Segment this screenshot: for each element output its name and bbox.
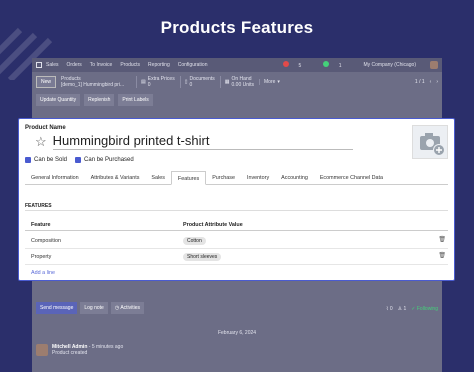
documents-button[interactable]: ▯ Documents 0 [179,76,215,88]
trash-icon[interactable]: 🗑 [438,252,446,259]
avatar[interactable] [430,61,438,69]
camera-add-icon [420,133,445,156]
tab-purchase[interactable]: Purchase [206,171,241,184]
product-name-input[interactable]: Hummingbird printed t-shirt [52,133,353,150]
date-separator: February 6, 2024 [217,330,257,336]
section-divider [25,210,448,211]
pager-value[interactable]: 1 / 1 [415,79,425,85]
app-name[interactable]: Sales [46,62,59,68]
send-message-button[interactable]: Send message [36,302,78,314]
on-hand-button[interactable]: ▦ On Hand 0.00 Units [219,76,254,88]
checkbox-checked-icon [75,157,82,163]
checkbox-checked-icon [25,157,31,163]
chatter-message: Mitchell Admin - 5 minutes ago Product c… [36,344,123,356]
top-navbar: Sales Orders To Invoice Products Reporti… [32,58,442,72]
chatter-buttons: Send message Log note ◷ Activities [36,302,145,314]
product-checkboxes: Can be Sold Can be Purchased [25,157,134,163]
menu-configuration[interactable]: Configuration [178,62,208,68]
user-icon: ♙ [397,306,403,312]
table-row[interactable]: Property Short sleeves 🗑 [25,249,448,265]
paperclip-icon: ⌇ [386,306,389,312]
menu-reporting[interactable]: Reporting [148,62,170,68]
section-title: FEATURES [25,203,52,209]
product-name-label: Product Name [25,125,66,131]
new-button[interactable]: New [36,76,57,88]
menu-products[interactable]: Products [120,62,140,68]
following-button[interactable]: ✓ Following [411,306,438,312]
tab-sales[interactable]: Sales [145,171,171,184]
value-cell: Cotton [183,237,206,245]
breadcrumb-current: [demo_1] Hummingbird pri... [61,82,125,88]
extra-prices-icon: ▤ [141,79,146,85]
can-be-purchased-checkbox[interactable]: Can be Purchased [75,157,134,163]
breadcrumb: Products [demo_1] Hummingbird pri... [61,76,131,88]
product-image[interactable] [412,125,448,159]
message-body: Product created [52,350,88,356]
update-quantity-button[interactable]: Update Quantity [36,94,81,106]
value-cell: Short sleeves [183,253,222,261]
company-switcher[interactable]: My Company (Chicago) [363,62,416,68]
apps-menu-icon[interactable] [36,62,42,68]
tab-accounting[interactable]: Accounting [275,171,314,184]
document-icon: ▯ [184,79,188,85]
tab-features[interactable]: Features [170,171,207,185]
clock-icon: ◷ [114,305,120,311]
feature-cell: Property [31,254,52,260]
extra-prices-button[interactable]: ▤ Extra Prices 0 [136,76,175,88]
pager-prev-icon[interactable]: ‹ [430,79,432,85]
feature-cell: Composition [31,238,61,244]
tab-inventory[interactable]: Inventory [241,171,275,184]
control-panel: New Products [demo_1] Hummingbird pri...… [32,72,442,92]
value-tag: Short sleeves [183,253,222,261]
chat-icon[interactable]: 5 [283,61,309,69]
features-table-header: Feature Product Attribute Value [25,217,448,231]
hero-title: Products Features [160,18,314,37]
more-button[interactable]: More ▾ [259,79,280,85]
menu-to-invoice[interactable]: To Invoice [90,62,113,68]
tab-attributes-variants[interactable]: Attributes & Variants [85,171,146,184]
followers-button[interactable]: ♙ 1 [398,306,407,312]
add-a-line-link[interactable]: Add a line [31,270,55,276]
table-row[interactable]: Composition Cotton 🗑 [25,233,448,249]
avatar [36,344,48,356]
activities-button[interactable]: ◷ Activities [110,302,145,314]
menu-orders[interactable]: Orders [67,62,82,68]
activity-icon[interactable]: 1 [323,61,349,69]
trash-icon[interactable]: 🗑 [438,236,446,243]
message-time: - 5 minutes ago [88,344,124,350]
attachment-button[interactable]: ⌇ 0 [386,306,393,312]
can-be-sold-checkbox[interactable]: Can be Sold [25,157,67,163]
replenish-button[interactable]: Replenish [84,94,115,106]
print-labels-button[interactable]: Print Labels [118,94,153,106]
action-buttons: Update Quantity Replenish Print Labels [32,92,442,108]
cubes-icon: ▦ [224,79,230,85]
star-icon[interactable]: ☆ [35,134,47,150]
tab-general-information[interactable]: General Information [25,171,85,184]
tab-ecommerce-channel-data[interactable]: Ecommerce Channel Data [314,171,389,184]
column-product-attribute-value: Product Attribute Value [183,222,243,228]
form-tabs: General Information Attributes & Variant… [25,171,448,185]
pager-next-icon[interactable]: › [436,79,438,85]
chatter-followers: ⌇ 0 ♙ 1 ✓ Following [386,306,438,312]
value-tag: Cotton [183,237,206,245]
product-form: Product Name ☆ Hummingbird printed t-shi… [18,118,455,281]
column-feature: Feature [31,222,51,228]
product-name-row: ☆ Hummingbird printed t-shirt [35,133,353,150]
log-note-button[interactable]: Log note [80,302,108,314]
